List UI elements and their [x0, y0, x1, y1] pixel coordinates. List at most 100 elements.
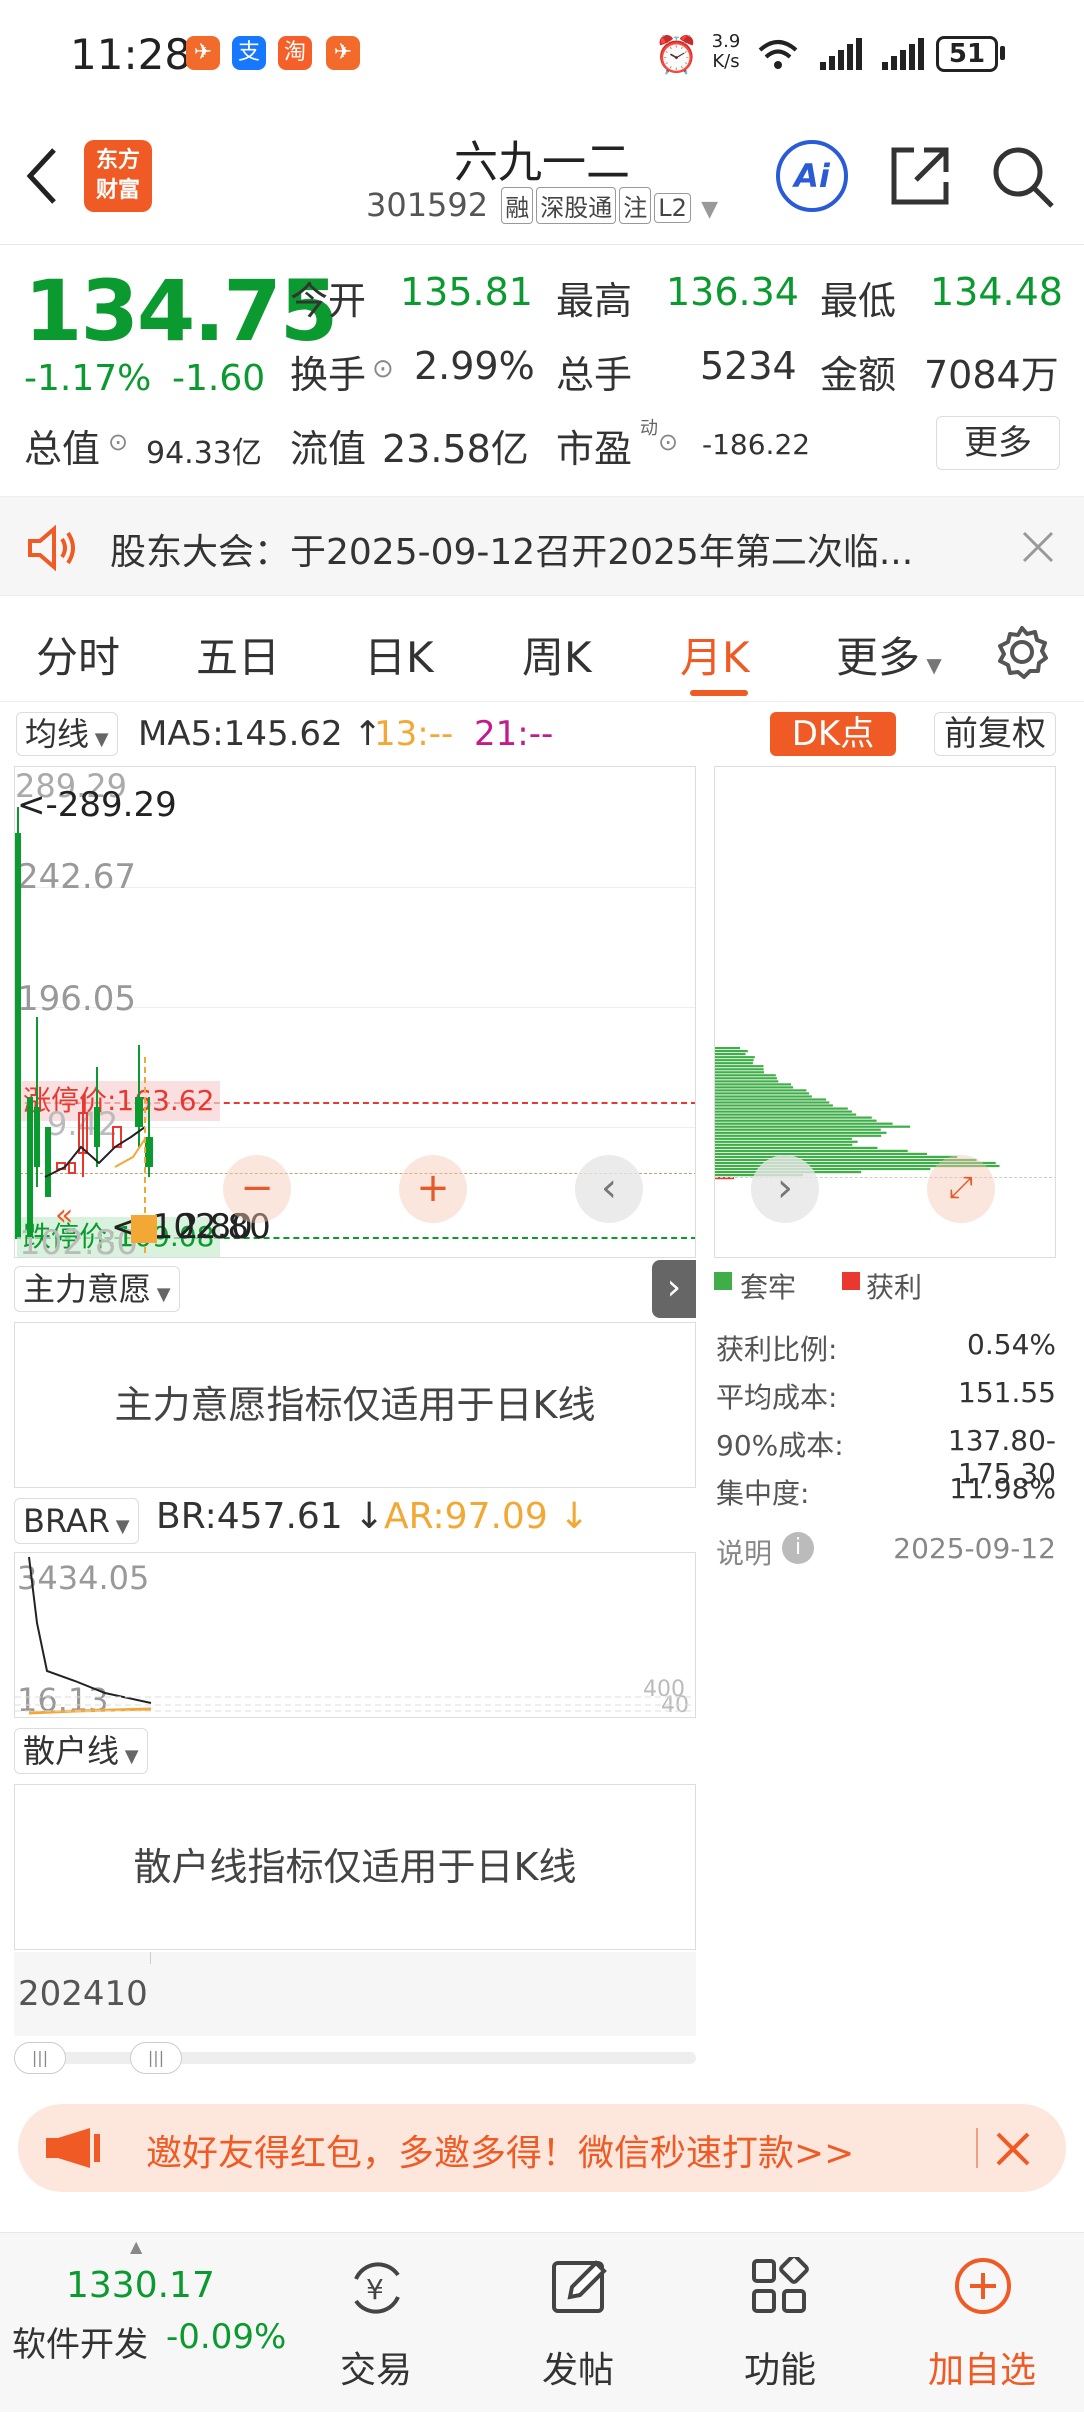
concentration-value: 11.98% — [949, 1472, 1056, 1505]
signal-icon-2 — [882, 38, 924, 70]
functions-grid-icon — [752, 2257, 809, 2313]
ar-text: AR:97.09 — [384, 1496, 548, 1537]
adjust-button[interactable]: 前复权 — [934, 712, 1056, 756]
chip-bar — [715, 1065, 764, 1068]
dk-point-button[interactable]: DK点 — [770, 712, 896, 756]
tab-intraday[interactable]: 分时 — [36, 624, 120, 685]
tab-monthly-k[interactable]: 月K — [680, 624, 750, 685]
range-slider-track[interactable] — [14, 2052, 696, 2064]
pe-superscript: 动 — [640, 418, 658, 439]
tab-five-day[interactable]: 五日 — [196, 624, 280, 685]
close-icon[interactable] — [994, 2130, 1032, 2168]
chip-bar — [715, 1062, 753, 1065]
chip-bar — [715, 1140, 858, 1143]
k-line-chart[interactable]: 289.29 <-289.29 242.67 196.05 涨停价:163.62… — [14, 766, 696, 1258]
caret-down-icon: ▼ — [151, 1284, 171, 1305]
avg-cost-value: 151.55 — [958, 1376, 1056, 1409]
tab-more-label: 更多 — [836, 633, 921, 682]
trade-yen-icon: ¥ — [354, 2262, 400, 2314]
info-icon-3[interactable]: ⊙ — [658, 428, 678, 456]
quote-panel: 134.75 -1.17% -1.60 今开 135.81 最高 136.34 … — [0, 246, 1084, 496]
legend-profit: 获利 — [866, 1271, 923, 1304]
nav-post[interactable]: 发帖 — [478, 2233, 678, 2413]
ai-button[interactable]: Ai — [776, 140, 848, 212]
chip-bar — [715, 1113, 857, 1116]
volume-value: 5234 — [700, 344, 797, 388]
more-button[interactable]: 更多 — [936, 416, 1060, 470]
index-name[interactable]: 软件开发 — [12, 2317, 148, 2366]
profit-ratio-label: 获利比例: — [716, 1333, 838, 1366]
svg-text:¥: ¥ — [366, 2273, 384, 2306]
brar-select[interactable]: BRAR ▼ — [14, 1498, 139, 1544]
chevron-down-icon: ▼ — [701, 197, 719, 222]
chip-bar — [715, 1158, 977, 1162]
nav-trade[interactable]: ¥ 交易 — [276, 2233, 476, 2413]
chip-bar — [715, 1068, 764, 1071]
notice-text: 股东大会：于2025-09-12召开2025年第二次临... — [110, 532, 914, 573]
turnover-label: 换手 — [290, 353, 367, 397]
range-slider-left-handle[interactable]: ||| — [14, 2042, 66, 2074]
battery-icon: 51 — [936, 36, 998, 72]
stock-code: 301592 — [365, 186, 489, 224]
chip-bar — [715, 1053, 746, 1056]
indicator-select[interactable]: 均线 ▼ — [16, 712, 118, 756]
close-icon[interactable] — [1020, 529, 1056, 565]
battery-level: 51 — [948, 39, 986, 69]
nav-trade-label: 交易 — [339, 2350, 412, 2391]
net-speed: 3.9 K/s — [706, 32, 746, 72]
ma5-value: MA5:145.62 ↑ — [138, 714, 382, 754]
nav-add-watchlist[interactable]: 加自选 — [882, 2233, 1082, 2413]
info-icon[interactable]: i — [782, 1532, 814, 1564]
chip-bar — [715, 1167, 931, 1171]
chip-bar — [715, 1122, 893, 1125]
status-time: 11:28 — [70, 30, 192, 79]
chip-bar — [715, 1146, 878, 1149]
invite-banner[interactable]: 邀好友得红包，多邀多得！微信秒速打款>> — [18, 2104, 1066, 2192]
change-value: -1.60 — [172, 358, 266, 399]
main-force-select-label: 主力意愿 — [23, 1270, 152, 1308]
timeline-date: 202410 — [18, 1974, 148, 2014]
info-icon[interactable]: ⊙ — [372, 354, 394, 384]
search-icon[interactable] — [990, 144, 1056, 210]
tab-weekly-k[interactable]: 周K — [522, 624, 592, 685]
range-slider-right-handle[interactable]: ||| — [130, 2042, 182, 2074]
tag-connect: 深股通 — [536, 187, 617, 224]
caret-down-icon: ▼ — [89, 729, 109, 750]
scroll-left-button[interactable]: ‹ — [575, 1155, 643, 1223]
br-text: BR:457.61 — [156, 1496, 343, 1537]
panel-toggle-chevron-right-icon[interactable]: › — [652, 1260, 696, 1318]
caret-down-icon: ▼ — [110, 1516, 130, 1537]
notification-app-icon-2: ✈ — [326, 36, 360, 70]
notice-bar[interactable]: 股东大会：于2025-09-12召开2025年第二次临... — [0, 496, 1084, 596]
nav-functions-label: 功能 — [743, 2350, 816, 2391]
ma5-text: MA5:145.62 — [138, 714, 343, 754]
br-value: BR:457.61 ↓ — [156, 1496, 385, 1537]
chip-bar — [715, 1152, 927, 1155]
retail-select[interactable]: 散户线 ▼ — [14, 1728, 148, 1774]
settings-gear-icon[interactable] — [994, 624, 1050, 680]
tab-daily-k[interactable]: 日K — [364, 624, 434, 685]
share-icon[interactable] — [888, 144, 952, 208]
open-value: 135.81 — [400, 270, 533, 314]
chip-distribution[interactable]: › ⤢ — [714, 766, 1056, 1258]
chip-next-button[interactable]: › — [751, 1155, 819, 1223]
nav-post-label: 发帖 — [541, 2350, 614, 2391]
chip-bar — [715, 1110, 852, 1113]
tag-registered: 注 — [619, 187, 652, 224]
brar-chart[interactable]: 3434.05 16.13 400 40 — [14, 1552, 696, 1718]
zoom-out-button[interactable]: − — [223, 1155, 291, 1223]
nav-functions[interactable]: 功能 — [680, 2233, 880, 2413]
index-value[interactable]: 1330.17 — [66, 2265, 215, 2306]
notification-app-icon: ✈ — [186, 36, 220, 70]
zoom-in-button[interactable]: + — [399, 1155, 467, 1223]
info-icon-2[interactable]: ⊙ — [108, 428, 128, 456]
main-force-select[interactable]: 主力意愿 ▼ — [14, 1266, 180, 1312]
tab-more[interactable]: 更多 ▼ — [836, 624, 942, 685]
note-label[interactable]: 说明 — [716, 1532, 772, 1572]
profit-ratio-value: 0.54% — [967, 1328, 1056, 1361]
expand-icon[interactable]: ⤢ — [927, 1155, 995, 1223]
indicator-select-label: 均线 — [25, 715, 90, 753]
chip-bar — [715, 1128, 881, 1131]
chip-bar — [715, 1131, 887, 1134]
cost-90-label: 90%成本: — [716, 1429, 844, 1462]
